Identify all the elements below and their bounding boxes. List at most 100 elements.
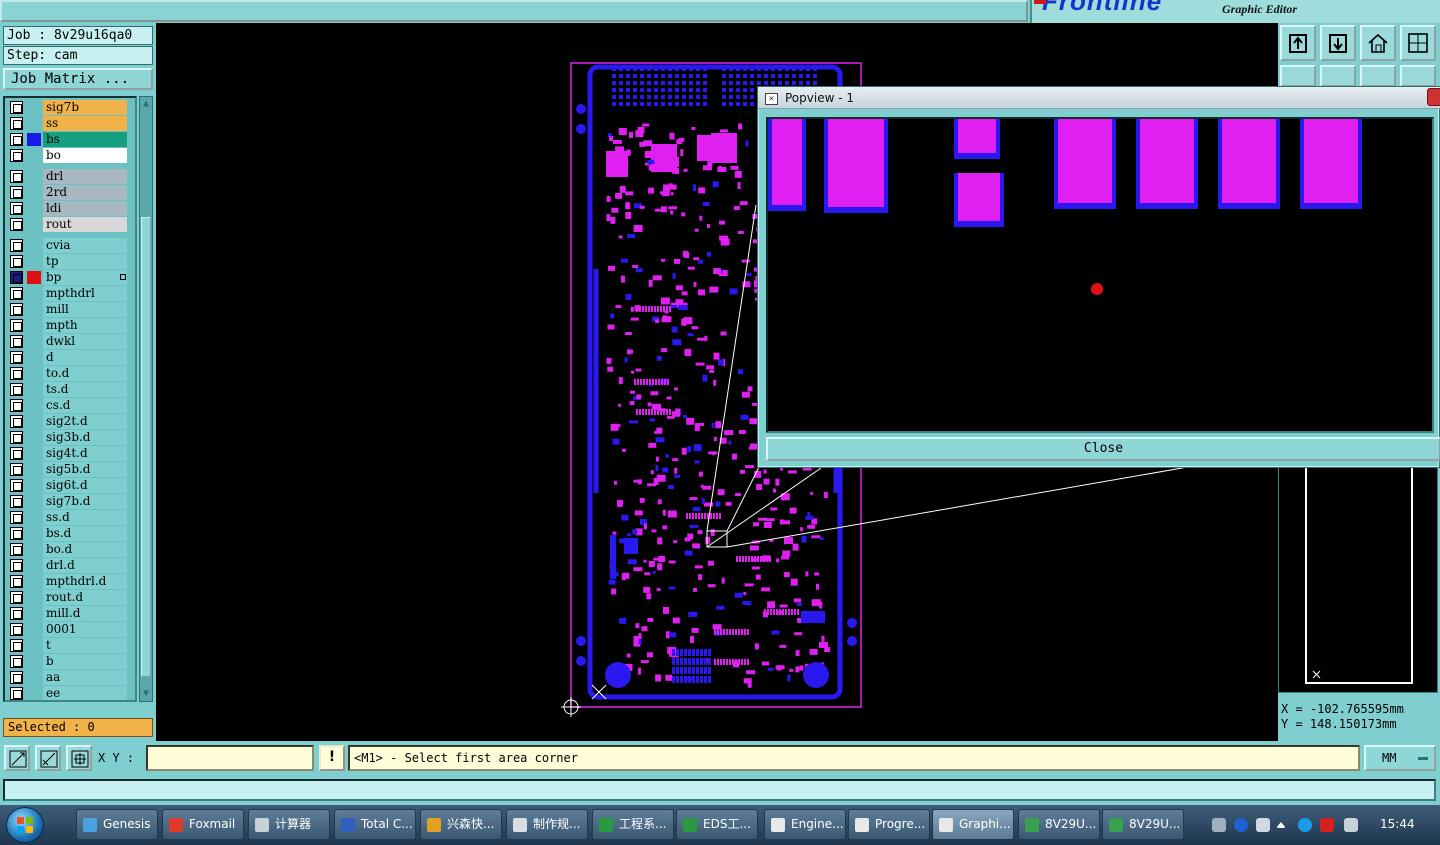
layer-checkbox[interactable] bbox=[10, 447, 23, 460]
layer-row[interactable]: sig7b.d bbox=[7, 494, 133, 509]
layer-name[interactable]: mill bbox=[43, 302, 127, 317]
taskbar-item[interactable]: Total C... bbox=[334, 809, 416, 840]
layer-list[interactable]: sig7b ss bs bo drl 2rd ldi rout cvia tp bp mpthdrl m… bbox=[3, 96, 137, 702]
layer-name[interactable]: drl bbox=[43, 169, 127, 184]
layer-row[interactable]: ts.d bbox=[7, 382, 133, 397]
units-select[interactable]: MM bbox=[1364, 745, 1436, 771]
layer-name[interactable]: ts.d bbox=[43, 382, 127, 397]
layer-name[interactable]: mill.d bbox=[43, 606, 127, 621]
popview-zoom-view[interactable] bbox=[766, 117, 1434, 433]
tool-button-row2-1[interactable] bbox=[1280, 65, 1316, 87]
layer-row[interactable]: 0001 bbox=[7, 622, 133, 637]
layer-row[interactable]: bo.d bbox=[7, 542, 133, 557]
layer-row[interactable]: dwkl bbox=[7, 334, 133, 349]
popview-close-icon[interactable] bbox=[1427, 88, 1440, 106]
message-input[interactable] bbox=[3, 779, 1436, 801]
layer-name[interactable]: aa bbox=[43, 670, 127, 685]
layer-checkbox[interactable] bbox=[10, 101, 23, 114]
layer-name[interactable]: ee bbox=[43, 686, 127, 700]
layer-row[interactable]: rout.d bbox=[7, 590, 133, 605]
layer-checkbox[interactable] bbox=[10, 335, 23, 348]
layer-checkbox[interactable] bbox=[10, 383, 23, 396]
warning-button[interactable]: ! bbox=[319, 745, 345, 771]
layer-name[interactable]: t bbox=[43, 638, 127, 653]
layer-checkbox[interactable] bbox=[10, 303, 23, 316]
clipboard-icon[interactable] bbox=[1256, 818, 1270, 832]
layer-checkbox[interactable] bbox=[10, 133, 23, 146]
layer-name[interactable]: mpthdrl.d bbox=[43, 574, 127, 589]
layer-name[interactable]: ss.d bbox=[43, 510, 127, 525]
layer-name[interactable]: bo bbox=[43, 148, 127, 163]
layer-name[interactable]: tp bbox=[43, 254, 127, 269]
layer-name[interactable]: d bbox=[43, 350, 127, 365]
layer-checkbox[interactable] bbox=[10, 607, 23, 620]
taskbar-item[interactable]: 8V29U... bbox=[1018, 809, 1100, 840]
layer-checkbox[interactable] bbox=[10, 623, 23, 636]
layer-checkbox[interactable] bbox=[10, 415, 23, 428]
tool-button-row2-3[interactable] bbox=[1360, 65, 1396, 87]
layer-checkbox[interactable] bbox=[10, 463, 23, 476]
taskbar-item[interactable]: Foxmail bbox=[162, 809, 244, 840]
layer-row[interactable]: rout bbox=[7, 217, 133, 232]
show-hidden-icons-icon[interactable] bbox=[1276, 822, 1286, 828]
layer-checkbox[interactable] bbox=[10, 319, 23, 332]
layer-row[interactable]: drl.d bbox=[7, 558, 133, 573]
layer-checkbox[interactable] bbox=[10, 431, 23, 444]
layer-name[interactable]: sig2t.d bbox=[43, 414, 127, 429]
layer-checkbox[interactable] bbox=[10, 671, 23, 684]
layer-row[interactable]: mill.d bbox=[7, 606, 133, 621]
layer-row[interactable]: mill bbox=[7, 302, 133, 317]
zoom-fit-button[interactable] bbox=[4, 745, 30, 771]
taskbar-item[interactable]: 8V29U... bbox=[1102, 809, 1184, 840]
layer-checkbox[interactable] bbox=[10, 239, 23, 252]
layer-name[interactable]: cvia bbox=[43, 238, 127, 253]
taskbar-item[interactable]: EDS工... bbox=[676, 809, 758, 840]
layer-checkbox[interactable] bbox=[10, 117, 23, 130]
layer-checkbox[interactable] bbox=[10, 351, 23, 364]
layer-row[interactable]: mpth bbox=[7, 318, 133, 333]
layer-row[interactable]: aa bbox=[7, 670, 133, 685]
measure-button[interactable] bbox=[35, 745, 61, 771]
scroll-thumb[interactable] bbox=[141, 217, 151, 677]
layer-checkbox[interactable] bbox=[10, 639, 23, 652]
taskbar-item[interactable]: Genesis bbox=[76, 809, 158, 840]
layer-name[interactable]: ss bbox=[43, 116, 127, 131]
taskbar-item[interactable]: Graphi... bbox=[932, 809, 1014, 840]
taskbar-item[interactable]: Progre... bbox=[848, 809, 930, 840]
layer-name[interactable]: b bbox=[43, 654, 127, 669]
layer-row[interactable]: to.d bbox=[7, 366, 133, 381]
layer-name[interactable]: bo.d bbox=[43, 542, 127, 557]
layer-checkbox[interactable] bbox=[10, 591, 23, 604]
layer-name[interactable]: mpth bbox=[43, 318, 127, 333]
layer-checkbox[interactable] bbox=[10, 575, 23, 588]
layer-row[interactable]: ldi bbox=[7, 201, 133, 216]
layer-row[interactable]: sig6t.d bbox=[7, 478, 133, 493]
taskbar-item[interactable]: 工程系... bbox=[592, 809, 674, 840]
layer-row[interactable]: d bbox=[7, 350, 133, 365]
home-tool-button[interactable] bbox=[1360, 25, 1396, 61]
layer-row[interactable]: sig7b bbox=[7, 100, 133, 115]
layer-row[interactable]: 2rd bbox=[7, 185, 133, 200]
popview-titlebar[interactable]: ✕ Popview - 1 bbox=[758, 87, 1440, 109]
upload-tool-button[interactable] bbox=[1280, 25, 1316, 61]
layer-name[interactable]: sig3b.d bbox=[43, 430, 127, 445]
help-icon[interactable] bbox=[1234, 818, 1248, 832]
tool-button-row2-2[interactable] bbox=[1320, 65, 1356, 87]
layer-name[interactable]: rout bbox=[43, 217, 127, 232]
layer-row[interactable]: drl bbox=[7, 169, 133, 184]
layer-row[interactable]: bp bbox=[7, 270, 133, 285]
scroll-up-icon[interactable]: ▲ bbox=[141, 98, 151, 110]
layer-checkbox[interactable] bbox=[10, 559, 23, 572]
layer-checkbox[interactable] bbox=[10, 511, 23, 524]
layer-name[interactable]: bs bbox=[43, 132, 127, 147]
browser-tray-icon[interactable] bbox=[1298, 818, 1312, 832]
taskbar-item[interactable]: 兴森快... bbox=[420, 809, 502, 840]
layer-row[interactable]: ee bbox=[7, 686, 133, 700]
layer-checkbox[interactable] bbox=[10, 687, 23, 700]
layer-name[interactable]: 0001 bbox=[43, 622, 127, 637]
layer-name[interactable]: mpthdrl bbox=[43, 286, 127, 301]
layer-checkbox[interactable] bbox=[10, 271, 23, 284]
layer-row[interactable]: bo bbox=[7, 148, 133, 163]
popview-close-button[interactable]: Close bbox=[766, 437, 1440, 461]
layer-name[interactable]: bs.d bbox=[43, 526, 127, 541]
